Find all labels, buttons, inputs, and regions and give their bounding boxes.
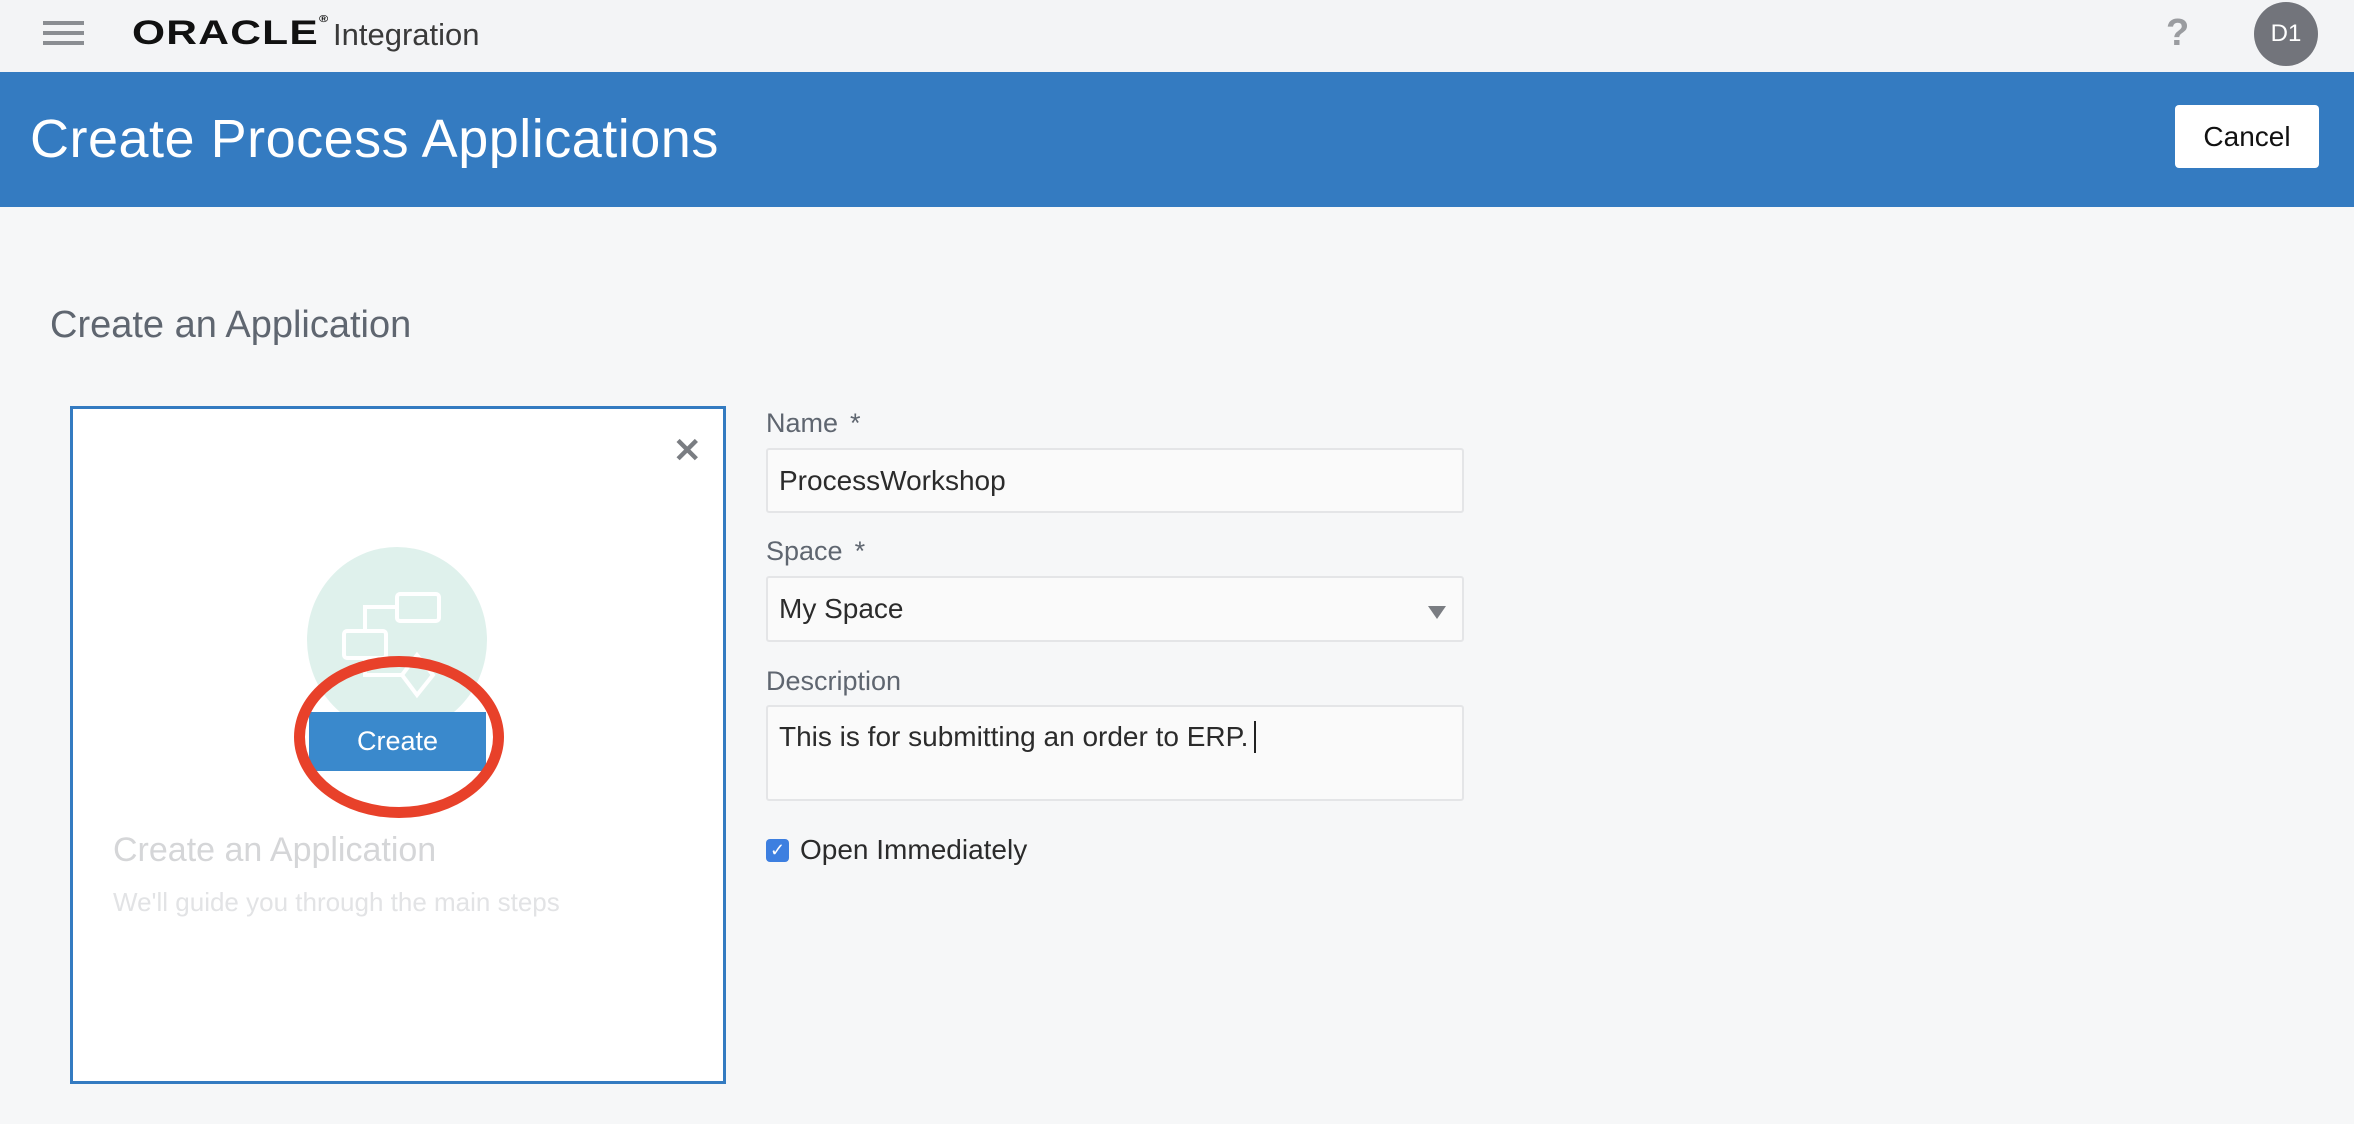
name-label: Name * — [766, 408, 861, 439]
required-marker: * — [850, 408, 861, 438]
product-name: Integration — [333, 17, 480, 52]
name-value: ProcessWorkshop — [779, 464, 1006, 496]
section-heading: Create an Application — [50, 304, 412, 346]
page-title: Create Process Applications — [30, 109, 719, 169]
description-textarea[interactable]: This is for submitting an order to ERP. — [766, 705, 1464, 801]
text-cursor — [1254, 721, 1257, 753]
name-label-text: Name — [766, 408, 839, 438]
top-bar: ORACLE® Integration ? D1 — [0, 0, 2354, 72]
create-button[interactable]: Create — [309, 712, 486, 771]
process-diagram-icon — [307, 547, 487, 733]
avatar[interactable]: D1 — [2254, 2, 2318, 66]
close-icon[interactable]: ✕ — [673, 431, 702, 471]
required-marker: * — [854, 536, 866, 566]
dropdown-arrow-icon[interactable] — [1428, 606, 1446, 619]
create-application-card: ✕ Create Create an Application We'll gui… — [70, 406, 726, 1084]
open-immediately-label[interactable]: Open Immediately — [800, 834, 1027, 866]
cancel-button[interactable]: Cancel — [2175, 105, 2319, 168]
card-title: Create an Application — [113, 831, 437, 869]
space-select[interactable]: My Space — [766, 576, 1464, 642]
help-icon[interactable]: ? — [2166, 12, 2189, 55]
space-label: Space * — [766, 536, 865, 567]
name-input[interactable]: ProcessWorkshop — [766, 448, 1464, 513]
description-value: This is for submitting an order to ERP. — [779, 721, 1249, 752]
open-immediately-checkbox[interactable]: ✓ — [766, 839, 789, 862]
logo-text: ORACLE — [132, 14, 319, 52]
hamburger-menu-icon[interactable] — [43, 21, 84, 45]
oracle-logo: ORACLE® — [132, 14, 330, 52]
page-banner: Create Process Applications Cancel — [0, 72, 2354, 207]
card-subtitle: We'll guide you through the main steps — [113, 887, 560, 917]
description-label: Description — [766, 666, 902, 696]
space-value: My Space — [779, 593, 904, 624]
space-label-text: Space — [766, 536, 843, 566]
